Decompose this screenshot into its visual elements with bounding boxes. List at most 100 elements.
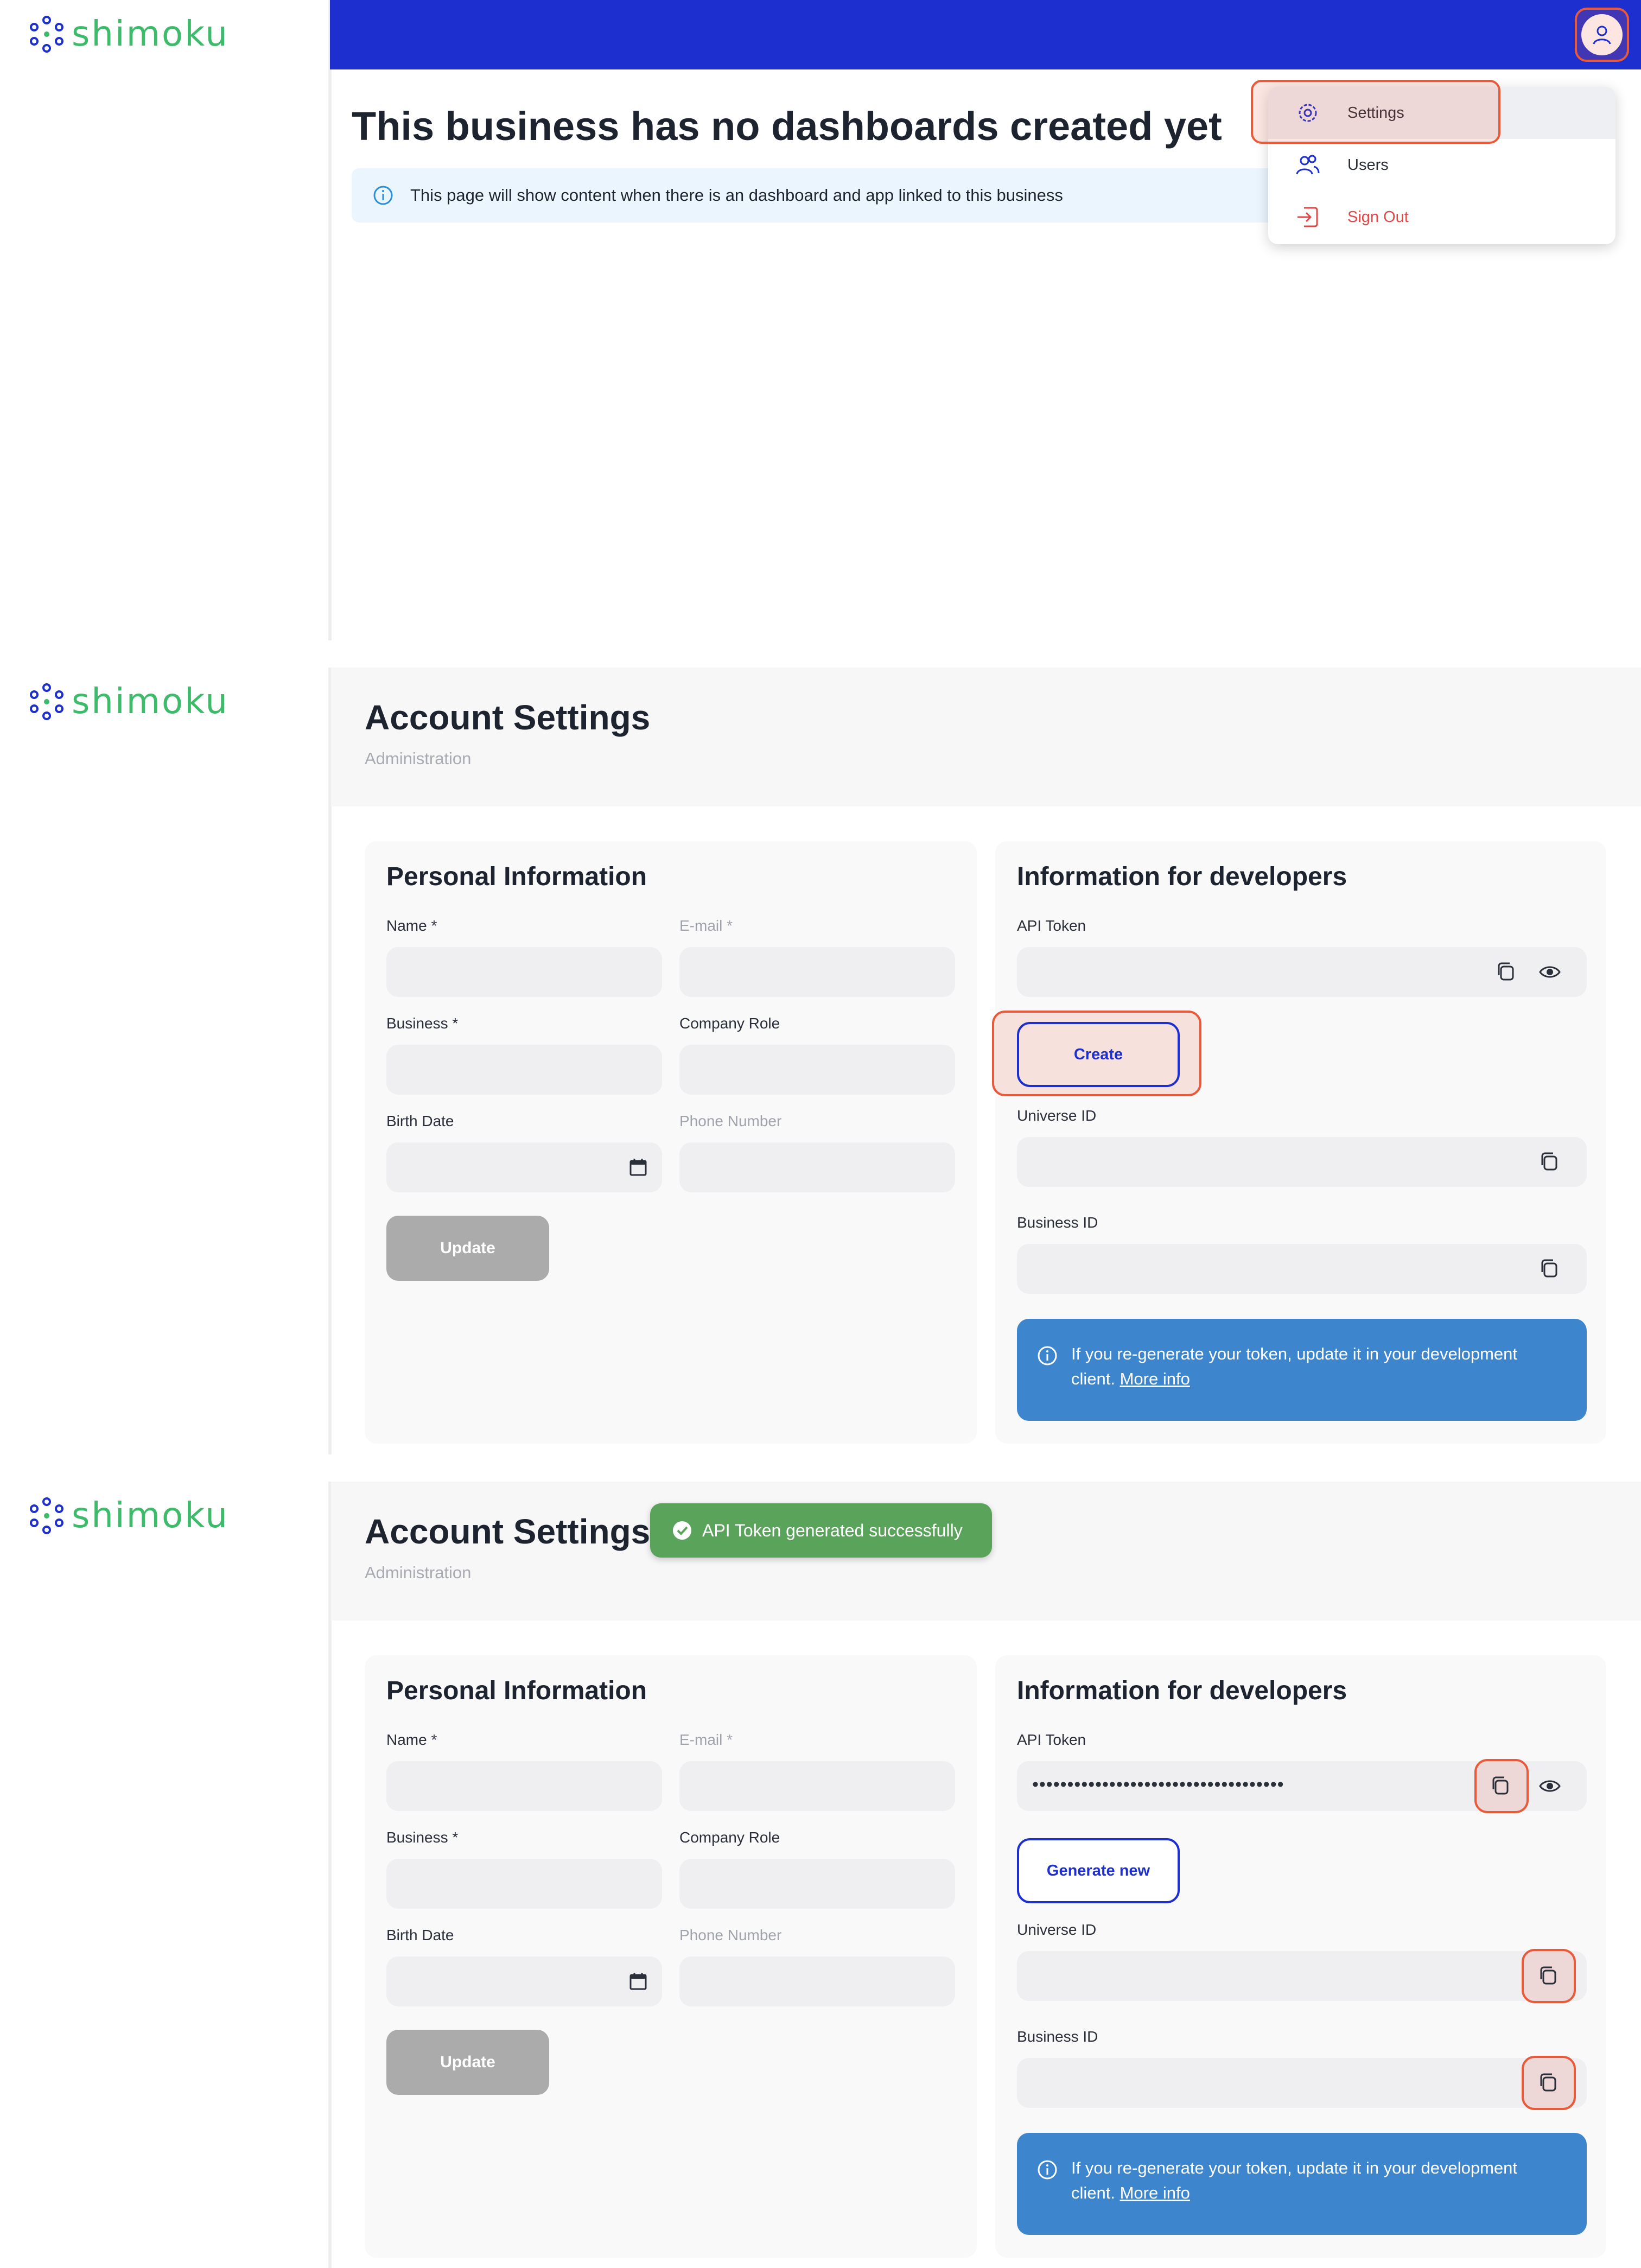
card-title: Personal Information [386,862,647,891]
copy-icon[interactable] [1488,1773,1514,1799]
create-token-button[interactable]: Create [1017,1022,1180,1087]
account-settings-token-screen: shimoku Account Settings Administration … [0,1482,1641,2268]
birth-date-label: Birth Date [386,1927,454,1943]
api-token-field[interactable] [1017,947,1587,997]
company-role-label: Company Role [679,1829,780,1846]
check-circle-icon [673,1521,691,1540]
company-role-field[interactable] [679,1859,955,1909]
copy-icon[interactable] [1493,959,1519,985]
card-title: Personal Information [386,1676,647,1705]
birth-date-field[interactable] [386,1142,662,1192]
email-field[interactable] [679,1761,955,1811]
card-title: Information for developers [1017,1676,1347,1705]
phone-field[interactable] [679,1142,955,1192]
copy-icon[interactable] [1536,1963,1562,1989]
copy-icon[interactable] [1536,2070,1562,2096]
users-icon [1296,155,1320,175]
page-title: Account Settings [365,1512,651,1551]
empty-state-title: This business has no dashboards created … [352,104,1222,149]
business-field[interactable] [386,1859,662,1909]
name-field[interactable] [386,947,662,997]
developers-card: Information for developers API Token Cre… [992,841,1606,1444]
universe-id-label: Universe ID [1017,1921,1097,1938]
generate-new-token-button[interactable]: Generate new [1017,1838,1180,1903]
info-icon [373,186,393,205]
eye-icon[interactable] [1537,1773,1563,1799]
card-title: Information for developers [1017,862,1347,891]
page-title: Account Settings [365,698,651,737]
copy-icon[interactable] [1537,1149,1563,1175]
api-token-label: API Token [1017,917,1086,934]
brand-name: shimoku [72,682,229,722]
update-button[interactable]: Update [386,1216,549,1281]
toast-text: API Token generated successfully [702,1520,963,1540]
universe-id-field[interactable] [1017,1137,1587,1187]
menu-item-label: Users [1347,156,1389,174]
shimoku-logo-icon [30,1497,63,1534]
brand-logo[interactable]: shimoku [27,1496,229,1536]
universe-id-label: Universe ID [1017,1107,1097,1124]
phone-label: Phone Number [679,1927,782,1943]
more-info-link[interactable]: More info [1120,2183,1190,2202]
sign-out-icon [1297,207,1318,227]
developers-card: Information for developers API Token •••… [995,1655,1606,2258]
update-button[interactable]: Update [386,2030,549,2095]
token-regenerate-note: If you re-generate your token, update it… [1017,1319,1587,1421]
business-id-field[interactable] [1017,2056,1587,2110]
company-role-field[interactable] [679,1045,955,1095]
name-field[interactable] [386,1761,662,1811]
universe-id-field[interactable] [1017,1949,1587,2003]
settings-highlight [1251,80,1500,144]
brand-name: shimoku [72,1496,229,1536]
phone-label: Phone Number [679,1113,782,1129]
brand-logo[interactable]: shimoku [27,682,229,722]
api-token-field[interactable]: •••••••••••••••••••••••••••••••••••• [1017,1759,1587,1813]
user-icon [1593,26,1611,45]
email-label: E-mail * [679,1731,733,1748]
birth-date-label: Birth Date [386,1113,454,1129]
business-label: Business * [386,1015,459,1032]
page-subtitle: Administration [365,749,472,768]
success-toast[interactable]: API Token generated successfully [650,1503,992,1558]
menu-item-users[interactable]: Users [1268,139,1615,191]
more-info-link[interactable]: More info [1120,1369,1190,1388]
info-banner-text: This page will show content when there i… [410,186,1063,205]
info-icon [1038,1346,1057,1365]
account-settings-screen: shimoku Account Settings Administration … [0,668,1641,1454]
company-role-label: Company Role [679,1015,780,1032]
email-field[interactable] [679,947,955,997]
name-label: Name * [386,917,437,934]
name-label: Name * [386,1731,437,1748]
business-id-label: Business ID [1017,2028,1098,2045]
token-regenerate-note: If you re-generate your token, update it… [1017,2133,1587,2235]
calendar-icon[interactable] [625,1968,651,1994]
user-avatar-button[interactable] [1575,8,1629,62]
top-bar [330,0,1641,69]
eye-icon[interactable] [1537,959,1563,985]
business-id-field[interactable] [1017,1244,1587,1294]
email-label: E-mail * [679,917,733,934]
personal-information-card: Personal Information Name * E-mail * Bus… [365,1655,977,2258]
menu-item-sign-out[interactable]: Sign Out [1268,191,1615,243]
birth-date-field[interactable] [386,1956,662,2006]
brand-logo[interactable]: shimoku [27,14,229,54]
business-id-label: Business ID [1017,1214,1098,1231]
shimoku-logo-icon [30,683,63,720]
avatar [1581,14,1623,55]
copy-icon[interactable] [1537,1256,1563,1282]
sidebar-divider [328,0,332,640]
business-field[interactable] [386,1045,662,1095]
personal-information-card: Personal Information Name * E-mail * Bus… [365,841,977,1444]
business-label: Business * [386,1829,459,1846]
phone-field[interactable] [679,1956,955,2006]
brand-name: shimoku [72,14,229,54]
page-subtitle: Administration [365,1563,472,1582]
api-token-value: •••••••••••••••••••••••••••••••••••• [1032,1774,1284,1795]
home-screen: shimoku This business has no dashboards … [0,0,1641,640]
info-icon [1038,2160,1057,2180]
api-token-label: API Token [1017,1731,1086,1748]
calendar-icon[interactable] [625,1154,651,1180]
info-banner: This page will show content when there i… [352,168,1285,223]
menu-item-label: Sign Out [1347,208,1409,226]
shimoku-logo-icon [30,16,63,53]
